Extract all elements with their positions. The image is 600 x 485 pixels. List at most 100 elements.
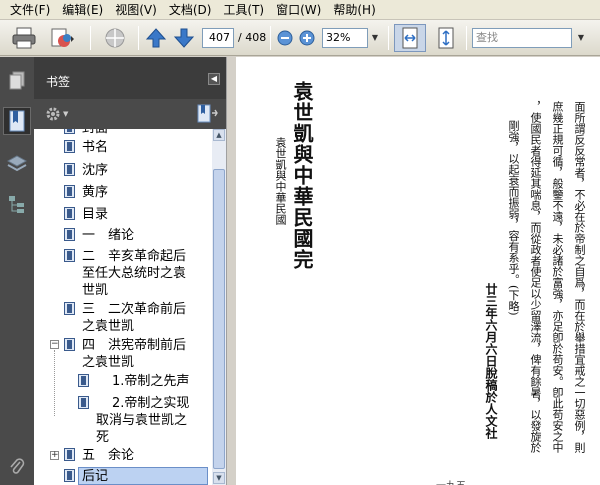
bookmark-label: 之袁世凯 xyxy=(82,319,135,334)
bookmark-label: 书名 xyxy=(82,140,109,155)
zoom-out-icon xyxy=(277,30,293,46)
bookmark-scrollbar[interactable]: ▲ ▼ xyxy=(212,129,226,485)
panel-title: 书签 xyxy=(46,75,71,89)
toolbar-separator xyxy=(466,26,467,50)
zoom-out-button[interactable] xyxy=(276,24,294,52)
bookmark-label: 沈序 xyxy=(82,163,109,178)
bookmark-label: 世凯 xyxy=(82,283,109,298)
collaborate-button[interactable] xyxy=(44,24,80,52)
bookmark-icon xyxy=(64,140,75,153)
structure-icon xyxy=(9,196,24,213)
globe-icon xyxy=(105,28,125,48)
menu-help[interactable]: 帮助(H) xyxy=(327,0,381,20)
bookmark-icon xyxy=(64,338,75,351)
body-line: 庶幾正規可循，般鑒不遠，未必諸於富強，亦足卽於苟安。卽此苟安之中 xyxy=(551,101,564,453)
bookmark-label: 之袁世凯 xyxy=(82,355,135,370)
menu-edit[interactable]: 编辑(E) xyxy=(56,0,109,20)
panel-splitter[interactable] xyxy=(226,57,236,485)
bookmark-icon xyxy=(64,207,75,220)
tags-button[interactable] xyxy=(3,191,31,219)
scroll-up-arrow[interactable]: ▲ xyxy=(213,129,225,141)
bookmark-tree: 封面 书名 沈序 黄序 目录 一 绪论 二 辛亥革命起后 至任大总统时之袁 世凯… xyxy=(34,129,212,485)
navigation-strip xyxy=(0,57,34,485)
bookmark-icon xyxy=(64,302,75,315)
bookmark-icon xyxy=(64,129,75,134)
new-bookmark-button[interactable] xyxy=(196,104,218,124)
bookmark-label: 目录 xyxy=(82,207,109,222)
fit-page-button[interactable] xyxy=(432,24,460,52)
page-mark: 一九五 xyxy=(436,477,466,485)
collaborate-icon xyxy=(51,28,74,47)
tree-line xyxy=(54,350,55,416)
bookmark-icon xyxy=(64,228,75,241)
bookmark-label: 至任大总统时之袁 xyxy=(82,266,187,281)
toolbar-separator xyxy=(270,26,271,50)
layers-button[interactable] xyxy=(3,149,31,177)
bookmarks-button[interactable] xyxy=(3,107,31,135)
body-line: 剛強，以起衰而振弱，容有系乎。(下略) xyxy=(507,120,520,316)
scroll-thumb[interactable] xyxy=(213,169,225,469)
new-bookmark-icon xyxy=(197,104,218,123)
toolbar-separator xyxy=(90,26,91,50)
chevron-down-icon: ▼ xyxy=(63,110,69,118)
menu-bar: 文件(F) 编辑(E) 视图(V) 文档(D) 工具(T) 窗口(W) 帮助(H… xyxy=(0,0,600,20)
body-line: 面所謂反反常者，不必在於帝制之自爲，而在於舉措宜戒之一切惡例，則 xyxy=(573,101,586,453)
bookmark-icon xyxy=(64,185,75,198)
document-page: 袁世凱與中華民國完 袁世凱與中華民國 廿三年六月六日脫稿於人文社 剛強，以起衰而… xyxy=(236,57,600,485)
bookmark-label: 封面 xyxy=(82,129,108,137)
bookmarks-toolbar: ▼ xyxy=(34,99,226,129)
layers-icon xyxy=(7,155,27,172)
bookmark-icon xyxy=(78,396,89,409)
pages-button[interactable] xyxy=(3,67,31,95)
connect-button[interactable] xyxy=(100,24,130,52)
chevron-down-icon[interactable]: ▼ xyxy=(368,28,382,48)
search-input[interactable]: 查找 xyxy=(472,28,572,48)
expand-toggle[interactable]: + xyxy=(50,451,59,460)
printer-icon xyxy=(12,27,36,49)
bookmark-label: 一 绪论 xyxy=(82,228,135,243)
book-title: 袁世凱與中華民國完 xyxy=(290,81,314,270)
date-line: 廿三年六月六日脫稿於人文社 xyxy=(484,283,498,439)
fit-page-icon xyxy=(438,27,454,49)
zoom-select[interactable]: 32% xyxy=(322,28,368,48)
bookmark-label: 2.帝制之实现 xyxy=(112,396,190,411)
bookmark-label: 五 余论 xyxy=(82,448,135,463)
fit-width-button[interactable] xyxy=(394,24,426,52)
collapse-toggle[interactable]: − xyxy=(50,340,59,349)
bookmark-label: 死 xyxy=(96,430,110,445)
bookmark-icon xyxy=(64,448,75,461)
arrow-up-icon xyxy=(145,28,167,48)
next-page-button[interactable] xyxy=(172,24,196,52)
paperclip-icon xyxy=(10,458,25,474)
bookmark-icon xyxy=(78,374,89,387)
print-button[interactable] xyxy=(8,24,40,52)
menu-view[interactable]: 视图(V) xyxy=(109,0,163,20)
menu-window[interactable]: 窗口(W) xyxy=(270,0,327,20)
options-button[interactable]: ▼ xyxy=(44,104,74,124)
bookmark-icon xyxy=(9,110,25,132)
collapse-panel-button[interactable]: ◀ xyxy=(208,73,220,85)
arrow-down-icon xyxy=(173,28,195,48)
fit-width-icon xyxy=(402,27,418,49)
bookmarks-panel-header: 书签 ◀ xyxy=(34,57,226,99)
attachments-button[interactable] xyxy=(3,453,31,481)
chevron-down-icon[interactable]: ▼ xyxy=(574,28,588,48)
menu-file[interactable]: 文件(F) xyxy=(4,0,56,20)
bookmark-label: 二 辛亥革命起后 xyxy=(82,249,187,264)
scroll-down-arrow[interactable]: ▼ xyxy=(213,472,225,484)
bookmark-label: 四 洪宪帝制前后 xyxy=(82,338,187,353)
menu-tools[interactable]: 工具(T) xyxy=(217,0,270,20)
zoom-in-icon xyxy=(299,30,315,46)
toolbar-separator xyxy=(388,26,389,50)
page-number-input[interactable]: 407 xyxy=(202,28,234,48)
bookmark-icon xyxy=(64,163,75,176)
toolbar: 407 / 408 32% ▼ 查找 ▼ xyxy=(0,20,600,56)
bookmark-icon xyxy=(64,469,75,482)
zoom-in-button[interactable] xyxy=(298,24,316,52)
previous-page-button[interactable] xyxy=(144,24,168,52)
menu-document[interactable]: 文档(D) xyxy=(163,0,218,20)
bookmark-label: 后记 xyxy=(82,469,109,484)
page-total: / 408 xyxy=(238,31,267,44)
toolbar-separator xyxy=(138,26,139,50)
gear-icon xyxy=(46,107,60,121)
